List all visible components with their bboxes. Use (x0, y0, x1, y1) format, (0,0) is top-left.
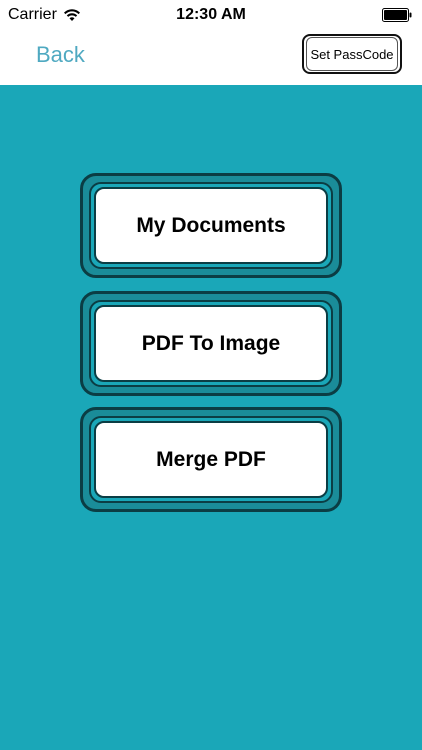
my-documents-frame: My Documents (89, 182, 333, 269)
pdf-to-image-label: PDF To Image (94, 305, 328, 382)
battery-icon (382, 8, 412, 22)
navigation-bar: Back Set PassCode (0, 30, 422, 85)
pdf-to-image-button[interactable]: PDF To Image (80, 291, 342, 396)
my-documents-label: My Documents (94, 187, 328, 264)
back-button[interactable]: Back (36, 42, 85, 68)
set-passcode-label: Set PassCode (306, 37, 398, 71)
set-passcode-button[interactable]: Set PassCode (302, 34, 402, 74)
pdf-to-image-frame: PDF To Image (89, 300, 333, 387)
my-documents-button[interactable]: My Documents (80, 173, 342, 278)
merge-pdf-label: Merge PDF (94, 421, 328, 498)
status-time: 12:30 AM (176, 6, 246, 23)
merge-pdf-button[interactable]: Merge PDF (80, 407, 342, 512)
status-bar: Carrier 12:30 AM (0, 0, 422, 30)
merge-pdf-frame: Merge PDF (89, 416, 333, 503)
main-content: My Documents PDF To Image Merge PDF (0, 85, 422, 750)
